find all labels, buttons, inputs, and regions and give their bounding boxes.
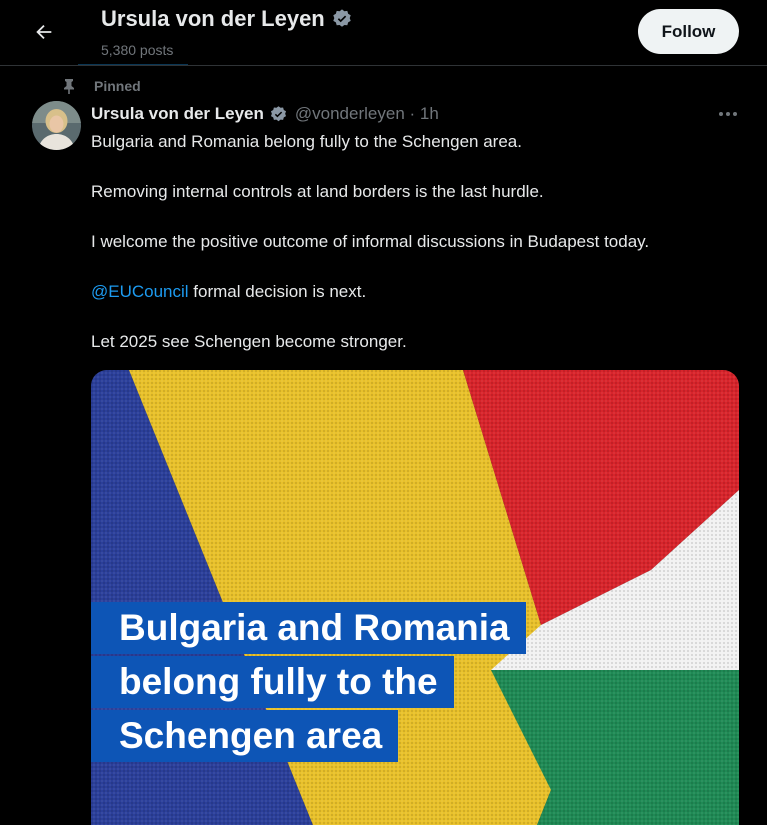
author-handle-time[interactable]: @vonderleyen · 1h — [295, 104, 439, 124]
mention-link[interactable]: @EUCouncil — [91, 282, 189, 301]
header-divider — [78, 64, 188, 65]
caption-line-3: Schengen area — [91, 710, 399, 762]
tweet-text-line-3: I welcome the positive outcome of inform… — [91, 232, 650, 251]
tweet-text-line-4-rest: formal decision is next. — [188, 282, 367, 301]
tweet-text-line-1: Bulgaria and Romania belong fully to the… — [91, 132, 522, 151]
more-options-button[interactable] — [716, 104, 740, 124]
caption-line-2: belong fully to the — [91, 656, 454, 708]
header-title: Ursula von der Leyen — [101, 6, 353, 32]
post-count: 5,380 posts — [101, 42, 174, 58]
follow-button[interactable]: Follow — [638, 9, 739, 54]
more-horizontal-icon — [719, 112, 737, 116]
arrow-left-icon — [36, 24, 52, 40]
back-button[interactable] — [28, 16, 60, 48]
tweet-text-line-5: Let 2025 see Schengen become stronger. — [91, 332, 407, 351]
verified-badge-icon — [333, 9, 351, 27]
pin-icon — [64, 79, 74, 94]
profile-header: Ursula von der Leyen 5,380 posts Follow — [0, 0, 767, 66]
avatar[interactable] — [32, 101, 81, 150]
tweet-text-line-4: @EUCouncil formal decision is next. — [91, 282, 366, 302]
pinned-indicator: Pinned — [62, 78, 141, 94]
verified-badge-icon — [270, 105, 286, 121]
tweet-author-row: Ursula von der Leyen @vonderleyen · 1h — [91, 104, 439, 124]
tweet-text-line-2: Removing internal controls at land borde… — [91, 182, 544, 201]
pinned-label: Pinned — [94, 78, 141, 94]
caption-line-1: Bulgaria and Romania — [91, 602, 526, 654]
avatar-image — [32, 101, 81, 150]
header-name-text: Ursula von der Leyen — [101, 6, 325, 31]
tweet-media-image[interactable]: Bulgaria and Romania belong fully to the… — [91, 370, 739, 825]
author-name[interactable]: Ursula von der Leyen — [91, 104, 264, 124]
